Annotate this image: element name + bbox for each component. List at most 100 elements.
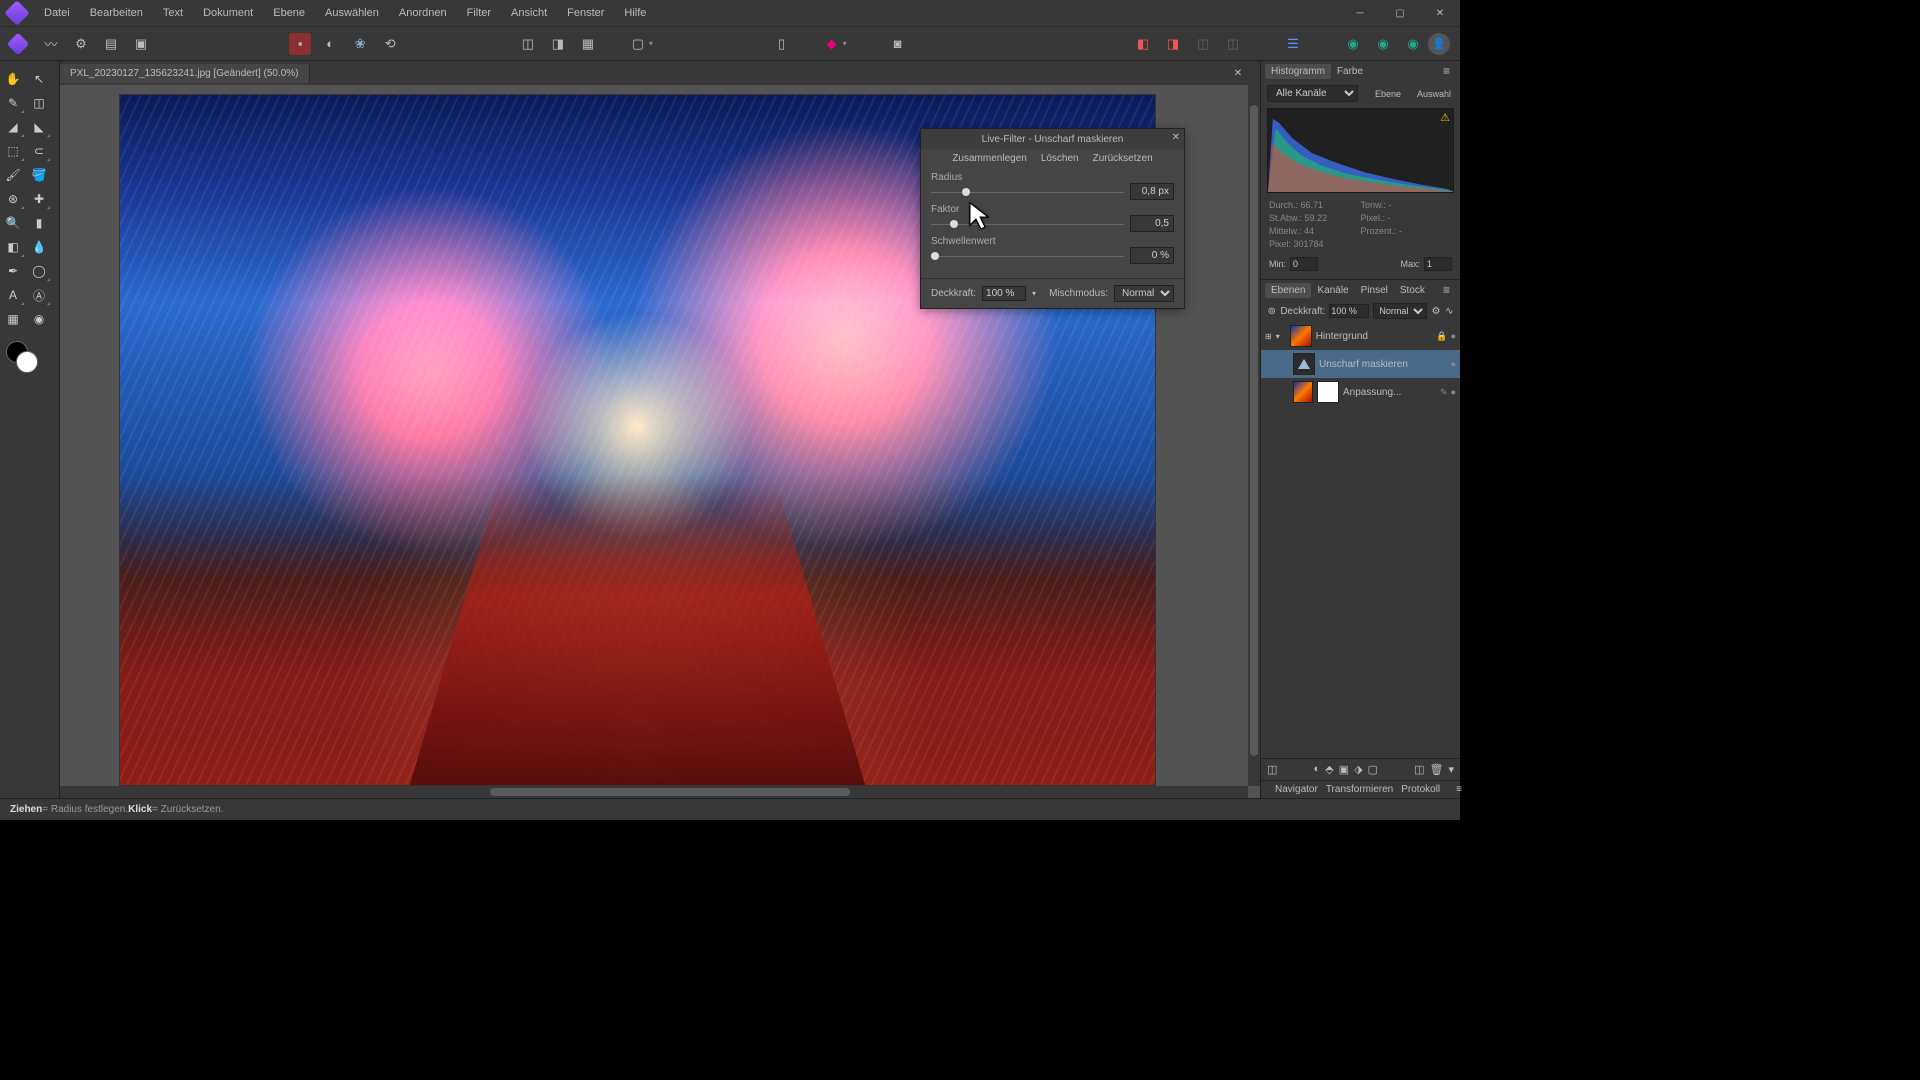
crop-tool-icon[interactable]: ◫: [26, 91, 52, 115]
fill-tool-icon[interactable]: 🪣: [26, 163, 52, 187]
marquee-tool-icon[interactable]: ⬚: [0, 139, 26, 163]
histogram-selection-button[interactable]: Auswahl: [1412, 87, 1456, 101]
gradient-tool-icon[interactable]: ▮: [26, 211, 52, 235]
brush-tool-icon[interactable]: 🖌: [0, 163, 26, 187]
document-tab[interactable]: PXL_20230127_135623241.jpg [Geändert] (5…: [60, 64, 310, 83]
stack-icon[interactable]: ▯: [771, 33, 793, 55]
tab-color[interactable]: Farbe: [1331, 64, 1369, 79]
adj-icon[interactable]: ◐: [1314, 763, 1321, 776]
sync1-icon[interactable]: ◉: [1342, 33, 1364, 55]
visible-icon[interactable]: ●: [1451, 387, 1456, 398]
crop-mode-icon[interactable]: ▢: [627, 33, 649, 55]
delete-layer-icon[interactable]: 🗑: [1430, 763, 1444, 776]
dialog-blend-select[interactable]: Normal: [1114, 285, 1174, 302]
autowb-icon[interactable]: ⟲: [379, 33, 401, 55]
tab-close-icon[interactable]: ✕: [1228, 68, 1248, 79]
close-icon[interactable]: ✕: [1420, 0, 1460, 26]
tab-histogram[interactable]: Histogramm: [1265, 64, 1331, 79]
histogram-layer-button[interactable]: Ebene: [1370, 87, 1406, 101]
shape-tool-icon[interactable]: ◯: [26, 259, 52, 283]
fx-add-icon[interactable]: ⬘: [1325, 763, 1333, 776]
autolevel-icon[interactable]: ▪: [289, 33, 311, 55]
menu-help[interactable]: Hilfe: [614, 2, 656, 24]
selection-icon[interactable]: ◫: [517, 33, 539, 55]
menu-view[interactable]: Ansicht: [501, 2, 557, 24]
menu-window[interactable]: Fenster: [557, 2, 614, 24]
eye-tool-icon[interactable]: ◉: [26, 307, 52, 331]
selection-grid-icon[interactable]: ▦: [577, 33, 599, 55]
threshold-input[interactable]: [1130, 247, 1174, 264]
factor-slider[interactable]: [931, 219, 1124, 229]
dialog-close-icon[interactable]: ✕: [1172, 132, 1180, 143]
sync3-icon[interactable]: ◉: [1402, 33, 1424, 55]
heal-tool-icon[interactable]: ✚: [26, 187, 52, 211]
stamp-tool-icon[interactable]: ⊛: [0, 187, 26, 211]
group-icon[interactable]: ▢: [1368, 763, 1378, 776]
add-layer-icon[interactable]: ◫: [1414, 763, 1424, 776]
menu-file[interactable]: Datei: [34, 2, 80, 24]
pen-tool-icon[interactable]: ✒: [0, 259, 26, 283]
target-icon[interactable]: ⊚: [1267, 304, 1276, 318]
layer-item[interactable]: Anpassung... ✎●: [1261, 378, 1460, 406]
color-picker-icon[interactable]: ✎: [0, 91, 26, 115]
factor-input[interactable]: [1130, 215, 1174, 232]
toggle4-icon[interactable]: ◫: [1222, 33, 1244, 55]
max-input[interactable]: [1424, 257, 1452, 271]
toggle2-icon[interactable]: ◨: [1162, 33, 1184, 55]
zoom-tool-icon[interactable]: 🔍: [0, 211, 26, 235]
tab-layers[interactable]: Ebenen: [1265, 283, 1311, 298]
reset-button[interactable]: Zurücksetzen: [1093, 153, 1153, 164]
radius-slider[interactable]: [931, 187, 1124, 197]
tab-transform[interactable]: Transformieren: [1326, 784, 1393, 795]
visible-icon[interactable]: ●: [1451, 359, 1456, 369]
panel-options-icon[interactable]: ≡: [1437, 281, 1456, 299]
toggle3-icon[interactable]: ◫: [1192, 33, 1214, 55]
menu-document[interactable]: Dokument: [193, 2, 263, 24]
layer-item[interactable]: ⊞ ▾ Hintergrund 🔒●: [1261, 322, 1460, 350]
arrange-icon[interactable]: ◆: [821, 33, 843, 55]
eraser-tool-icon[interactable]: ◧: [0, 235, 26, 259]
blur-tool-icon[interactable]: 💧: [26, 235, 52, 259]
menu-layer[interactable]: Ebene: [263, 2, 315, 24]
menu-arrange[interactable]: Anordnen: [389, 2, 457, 24]
menu-select[interactable]: Auswählen: [315, 2, 389, 24]
chevron-down-icon[interactable]: ▾: [843, 39, 847, 48]
menu-edit[interactable]: Bearbeiten: [80, 2, 153, 24]
dodge-tool-icon[interactable]: ◢: [0, 115, 26, 139]
lock-icon[interactable]: 🔒: [1436, 331, 1447, 342]
merge-icon[interactable]: ▾: [1448, 763, 1454, 776]
maximize-icon[interactable]: ▢: [1380, 0, 1420, 26]
delete-button[interactable]: Löschen: [1041, 153, 1079, 164]
lasso-tool-icon[interactable]: ⊂: [26, 139, 52, 163]
gear-icon[interactable]: ⚙: [1431, 304, 1440, 318]
layer-fx-icon[interactable]: ▣: [1339, 763, 1349, 776]
histogram-channel-select[interactable]: Alle Kanäle: [1267, 85, 1358, 102]
live-filter-dialog[interactable]: Live-Filter - Unscharf maskieren ✕ Zusam…: [920, 128, 1185, 309]
quickmask-icon[interactable]: ◙: [887, 33, 909, 55]
vertical-scrollbar[interactable]: [1248, 85, 1260, 786]
chevron-down-icon[interactable]: ▾: [649, 39, 653, 48]
tab-channels[interactable]: Kanäle: [1311, 283, 1354, 298]
layer-blend-select[interactable]: Normal: [1373, 303, 1427, 319]
minimize-icon[interactable]: ─: [1340, 0, 1380, 26]
autocolor-icon[interactable]: ❀: [349, 33, 371, 55]
tab-brushes[interactable]: Pinsel: [1355, 283, 1394, 298]
color-swatches[interactable]: [6, 341, 42, 377]
toggle1-icon[interactable]: ◧: [1132, 33, 1154, 55]
radius-input[interactable]: [1130, 183, 1174, 200]
collapse-arrow-icon[interactable]: ▾: [1276, 332, 1286, 341]
autocontrast-icon[interactable]: ◐: [319, 33, 341, 55]
edit-icon[interactable]: ✎: [1440, 387, 1448, 398]
account-avatar[interactable]: 👤: [1428, 33, 1450, 55]
align-icon[interactable]: ☰: [1282, 33, 1304, 55]
mask-add-icon[interactable]: ◫: [1267, 763, 1277, 776]
foreground-color-swatch[interactable]: [16, 351, 38, 373]
persona-develop-icon[interactable]: ⚙: [70, 33, 92, 55]
sync2-icon[interactable]: ◉: [1372, 33, 1394, 55]
layer-opacity-input[interactable]: [1329, 304, 1369, 318]
live-filter-icon[interactable]: ⬗: [1354, 763, 1362, 776]
threshold-slider[interactable]: [931, 251, 1124, 261]
min-input[interactable]: [1290, 257, 1318, 271]
menu-text[interactable]: Text: [153, 2, 193, 24]
horizontal-scrollbar[interactable]: [60, 786, 1248, 798]
